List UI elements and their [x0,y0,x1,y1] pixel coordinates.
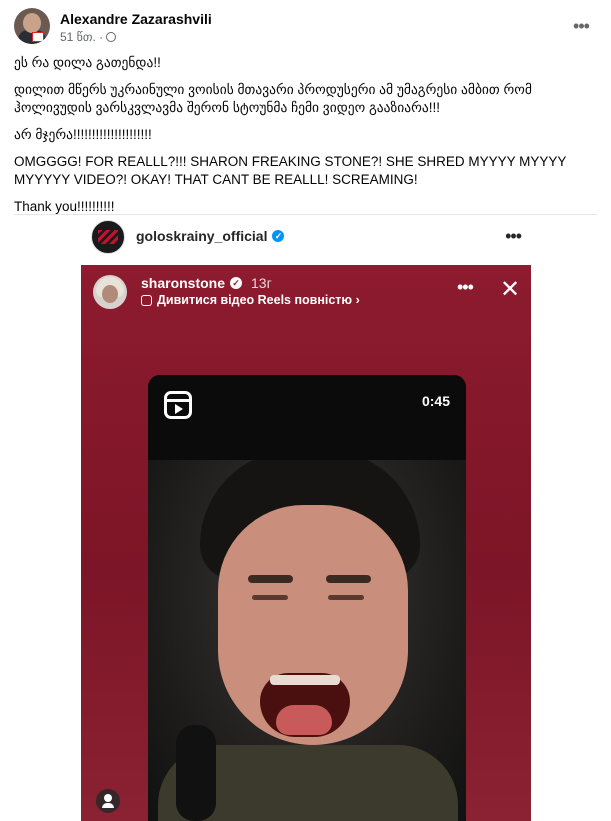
more-options-icon[interactable]: ••• [571,16,591,36]
video-brow-left [248,575,293,583]
author-avatar[interactable] [14,8,50,44]
shared-account-avatar[interactable] [91,220,125,254]
avatar-face [23,13,41,33]
verified-badge-icon: ✓ [272,230,285,242]
divider [14,214,597,215]
shared-more-options-icon[interactable]: ••• [505,226,522,247]
reels-icon [141,294,152,306]
shared-account-name[interactable]: goloskrainy_official ✓ [136,228,285,244]
reel-top-bar: 0:45 [148,375,466,460]
reel-duration: 0:45 [421,393,450,409]
story-image[interactable]: sharonstone ✓ 13г Дивитися відео Reels п… [81,265,531,821]
post-time[interactable]: 51 წთ. · [60,30,103,44]
post-header: Alexandre Zazarashvili 51 წთ. · ••• [14,8,597,48]
video-brow-right [326,575,371,583]
video-eye-left [252,595,288,600]
post-text: ეს რა დილა გათენდა!! დილით მწერს უკრაინუ… [14,54,599,225]
logo-icon [98,230,118,244]
post-paragraph: OMGGGG! FOR REALLL?!!! SHARON FREAKING S… [14,154,567,187]
reels-link[interactable]: Дивитися відео Reels повністю › [141,293,360,307]
reels-link-label: Дивитися відео Reels повністю › [157,293,360,307]
shared-account-label: goloskrainy_official [136,228,268,244]
post-paragraph: დილით მწერს უკრაინული ვოისის მთავარი პრო… [14,82,532,115]
reel-video[interactable] [148,435,466,821]
post-meta: 51 წთ. · [60,30,117,44]
post-paragraph: არ მჯერა!!!!!!!!!!!!!!!!!!!!! [14,127,152,142]
avatar-face [102,285,118,303]
story-username: sharonstone [141,275,226,291]
author-name[interactable]: Alexandre Zazarashvili [60,11,212,27]
reels-icon [164,391,192,419]
story-user[interactable]: sharonstone ✓ 13г [141,275,272,291]
video-teeth [270,675,340,685]
reel-card[interactable]: 0:45 [148,375,466,821]
flag-icon [32,32,44,42]
video-microphone [176,725,216,821]
video-eye-right [328,595,364,600]
story-avatar[interactable] [93,275,127,309]
story-more-icon[interactable]: ••• [457,277,474,298]
shared-post-header: goloskrainy_official ✓ ••• [81,218,531,258]
post-paragraph: ეს რა დილა გათენდა!! [14,55,161,70]
globe-icon [106,32,117,42]
video-tongue [276,705,332,735]
verified-badge-icon: ✓ [230,277,243,289]
close-icon[interactable]: ✕ [500,278,520,302]
user-icon[interactable] [96,789,120,813]
story-time: 13г [251,275,272,291]
